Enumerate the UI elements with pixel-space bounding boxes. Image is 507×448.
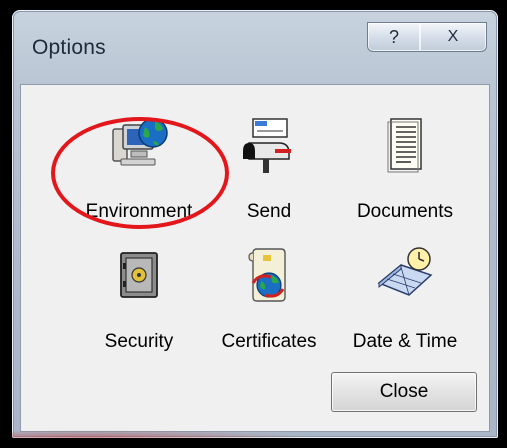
options-window: Options ? X Environment Send Documents S…: [12, 10, 498, 438]
option-certificates[interactable]: Certificates: [199, 235, 339, 375]
computer-globe-icon: [112, 118, 168, 166]
option-security[interactable]: Security: [69, 235, 209, 375]
option-environment[interactable]: Environment: [69, 105, 209, 245]
options-panel: Environment Send Documents Security Cert…: [20, 84, 490, 432]
window-title: Options: [32, 36, 106, 59]
mailbox-icon: [243, 118, 291, 173]
title-close-button[interactable]: X: [420, 22, 487, 52]
document-icon: [387, 118, 422, 173]
option-label: Documents: [356, 201, 454, 222]
close-button[interactable]: Close: [331, 372, 477, 412]
calendar-clock-icon: [377, 247, 433, 296]
option-label: Certificates: [221, 331, 317, 352]
certificate-globe-icon: [248, 248, 286, 302]
option-label: Date & Time: [352, 331, 458, 352]
option-date-time[interactable]: Date & Time: [335, 235, 475, 375]
help-icon: ?: [388, 26, 399, 47]
option-send[interactable]: Send: [199, 105, 339, 245]
option-documents[interactable]: Documents: [335, 105, 475, 245]
option-label: Security: [104, 331, 174, 352]
help-button[interactable]: ?: [367, 22, 421, 52]
safe-icon: [120, 252, 158, 298]
option-label: Send: [246, 201, 292, 222]
option-label: Environment: [85, 201, 193, 222]
close-icon: X: [447, 28, 459, 45]
